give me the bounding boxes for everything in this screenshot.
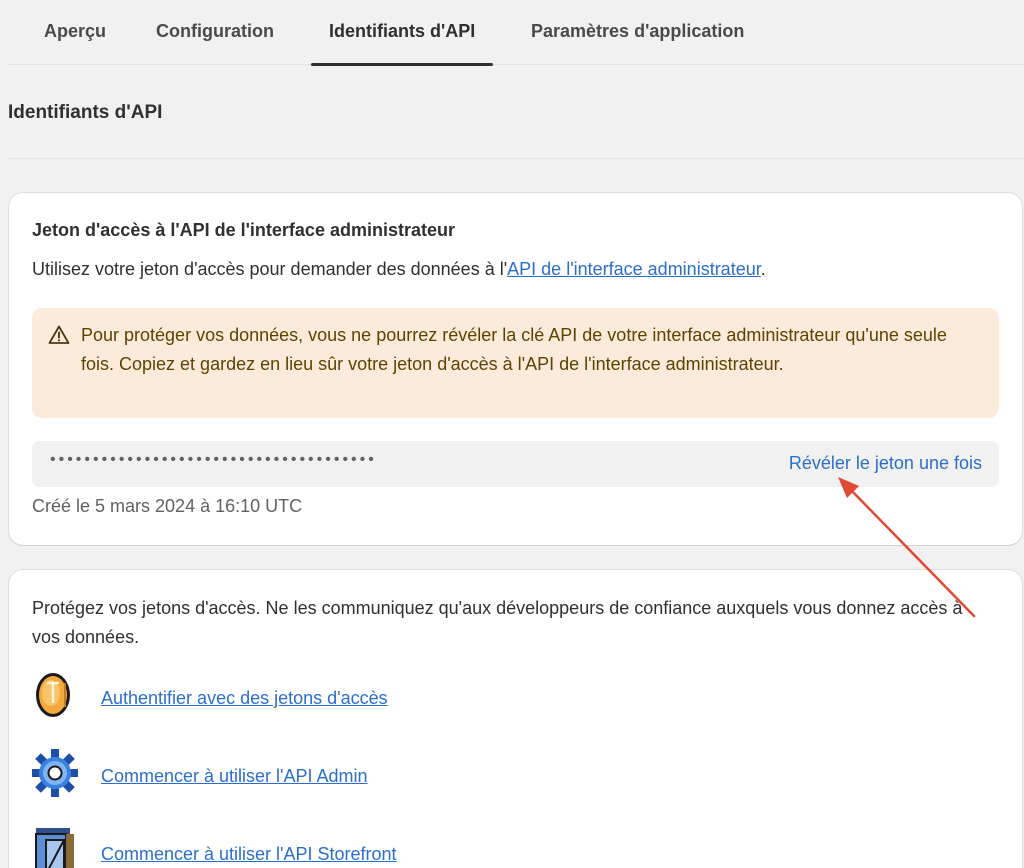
tab-apercu[interactable]: Aperçu <box>44 0 106 65</box>
storefront-icon <box>35 828 74 868</box>
section-divider <box>8 158 1024 159</box>
card-description: Utilisez votre jeton d'accès pour demand… <box>32 259 766 280</box>
admin-api-link[interactable]: API de l'interface administrateur <box>507 259 761 279</box>
token-field: •••••••••••••••••••••••••••••••••••••• R… <box>32 441 999 487</box>
resource-link-storefront-api[interactable]: Commencer à utiliser l'API Storefront <box>101 844 397 865</box>
masked-token: •••••••••••••••••••••••••••••••••••••• <box>50 451 377 468</box>
security-card: Protégez vos jetons d'accès. Ne les comm… <box>9 570 1022 868</box>
resource-link-authenticate[interactable]: Authentifier avec des jetons d'accès <box>101 688 388 709</box>
app-page: Aperçu Configuration Identifiants d'API … <box>0 0 1024 868</box>
coin-icon <box>36 673 70 717</box>
page-title: Identifiants d'API <box>8 102 163 123</box>
tab-bar: Aperçu Configuration Identifiants d'API … <box>8 0 1024 66</box>
created-timestamp: Créé le 5 mars 2024 à 16:10 UTC <box>32 496 303 516</box>
card-title: Jeton d'accès à l'API de l'interface adm… <box>32 220 455 240</box>
resource-link-admin-api[interactable]: Commencer à utiliser l'API Admin <box>101 766 368 787</box>
tab-api-credentials[interactable]: Identifiants d'API <box>310 0 494 66</box>
warning-banner: Pour protéger vos données, vous ne pourr… <box>32 308 999 418</box>
admin-token-card: Jeton d'accès à l'API de l'interface adm… <box>9 193 1022 545</box>
gear-icon <box>32 749 78 797</box>
description-text: Utilisez votre jeton d'accès pour demand… <box>32 259 508 279</box>
warning-text: Pour protéger vos données, vous ne pourr… <box>81 325 947 374</box>
security-text: Protégez vos jetons d'accès. Ne les comm… <box>32 598 963 647</box>
tab-app-settings[interactable]: Paramètres d'application <box>531 0 744 65</box>
reveal-token-button[interactable]: Révéler le jeton une fois <box>789 453 982 474</box>
warning-icon <box>48 325 70 344</box>
description-period: . <box>760 259 766 279</box>
tab-configuration[interactable]: Configuration <box>156 0 274 65</box>
